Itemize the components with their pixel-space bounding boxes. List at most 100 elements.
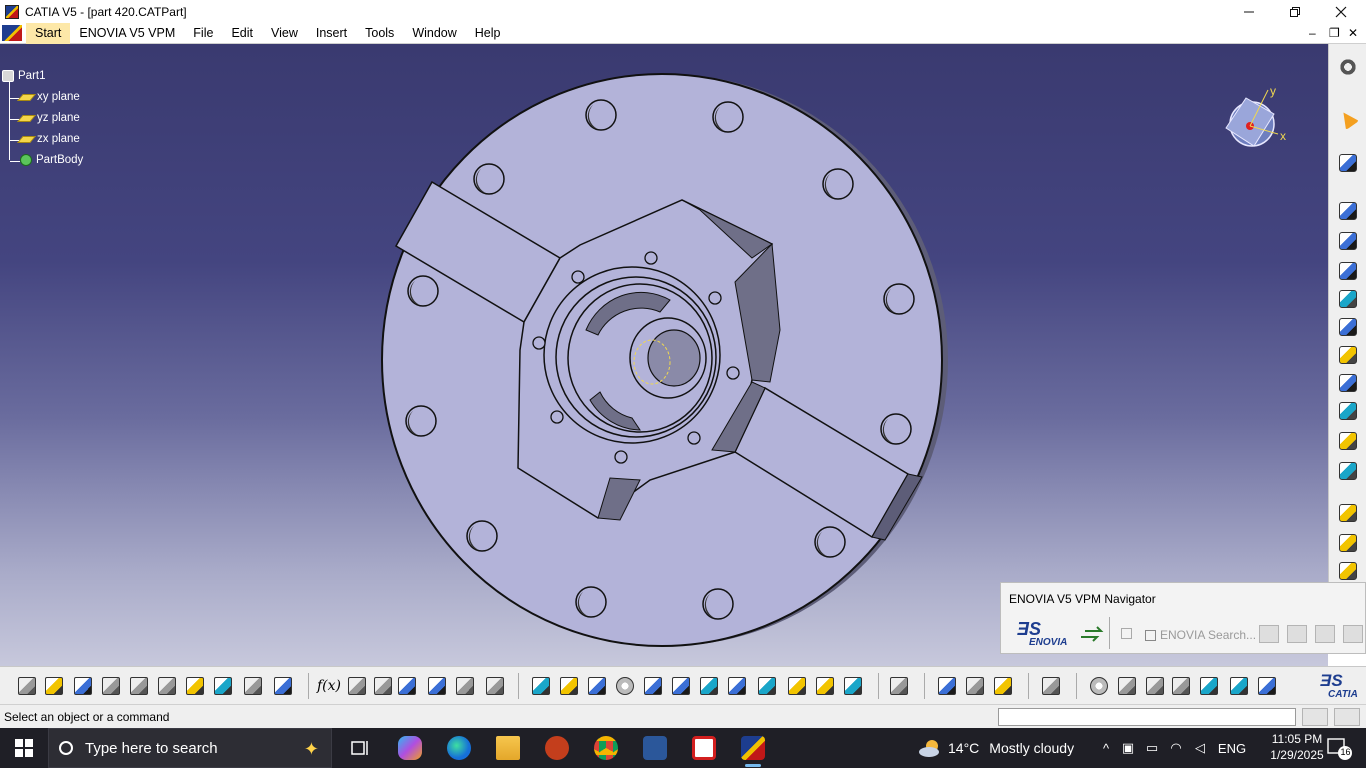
options-button[interactable] — [1337, 56, 1359, 78]
save-button[interactable] — [72, 675, 94, 697]
measure-item-button[interactable] — [964, 675, 986, 697]
menu-start[interactable]: Start — [26, 22, 71, 44]
enovia-open-icon[interactable] — [1121, 628, 1132, 639]
update-button[interactable] — [1088, 675, 1110, 697]
tree-node-xy-plane[interactable]: xy plane — [17, 91, 80, 103]
command-input[interactable] — [998, 708, 1296, 726]
mirror-button[interactable] — [1337, 460, 1359, 482]
design-table-button[interactable] — [396, 675, 418, 697]
lock-button[interactable] — [454, 675, 476, 697]
3d-viewport[interactable]: Part1 xy plane yz plane zx plane PartBod… — [0, 44, 1328, 666]
volume-icon[interactable]: ◁ — [1188, 740, 1212, 756]
sketcher-button[interactable] — [1337, 152, 1359, 174]
cut-button[interactable] — [128, 675, 150, 697]
tree-node-part1[interactable]: Part1 — [2, 70, 46, 82]
menu-view[interactable]: View — [262, 23, 307, 44]
tree-node-zx-plane[interactable]: zx plane — [17, 133, 80, 145]
comment-button[interactable] — [346, 675, 368, 697]
doc-minimize-icon[interactable]: – — [1309, 26, 1316, 40]
whats-this-button[interactable] — [272, 675, 294, 697]
compass[interactable]: y x — [1218, 84, 1298, 154]
rib-button[interactable] — [1337, 316, 1359, 338]
axis-system-button[interactable] — [1144, 675, 1166, 697]
shading-button[interactable] — [786, 675, 808, 697]
meet-now-icon[interactable]: ▣ — [1116, 740, 1140, 756]
work-object-button[interactable] — [1198, 675, 1220, 697]
word-button[interactable] — [633, 732, 677, 764]
menu-window[interactable]: Window — [403, 23, 465, 44]
copilot-button[interactable] — [388, 732, 432, 764]
catalog-button[interactable] — [888, 675, 910, 697]
menu-file[interactable]: File — [184, 23, 222, 44]
pad-button[interactable] — [1337, 200, 1359, 222]
enovia-tool-1-icon[interactable] — [1259, 625, 1279, 643]
restore-button[interactable] — [1272, 0, 1318, 23]
rotate-button[interactable] — [614, 675, 636, 697]
edge-fillet-button[interactable] — [1337, 372, 1359, 394]
snap-button[interactable] — [1170, 675, 1192, 697]
language-indicator[interactable]: ENG — [1212, 741, 1252, 756]
tree-node-partbody[interactable]: PartBody — [20, 154, 83, 166]
clock[interactable]: 11:05 PM 1/29/2025 — [1264, 731, 1330, 763]
menu-edit[interactable]: Edit — [222, 23, 262, 44]
wifi-icon[interactable]: ◠ — [1164, 740, 1188, 756]
minimize-button[interactable] — [1226, 0, 1272, 23]
chrome-button[interactable] — [584, 732, 628, 764]
power-app-button[interactable] — [535, 732, 579, 764]
catia-taskbar-button[interactable] — [731, 732, 775, 767]
start-button[interactable] — [0, 728, 48, 768]
draft-button[interactable] — [1337, 430, 1359, 452]
list-button[interactable] — [1256, 675, 1278, 697]
capture-button[interactable] — [1040, 675, 1062, 697]
edge-button[interactable] — [437, 732, 481, 764]
menu-tools[interactable]: Tools — [356, 23, 403, 44]
constraint-button[interactable] — [1228, 675, 1250, 697]
chamfer-button[interactable] — [1337, 400, 1359, 422]
battery-icon[interactable]: ▭ — [1140, 740, 1164, 756]
taskbar-search[interactable]: Type here to search ✦ — [48, 728, 332, 768]
boolean-remove-button[interactable] — [1337, 532, 1359, 554]
notification-center-button[interactable]: 16 — [1324, 736, 1354, 760]
menu-insert[interactable]: Insert — [307, 23, 356, 44]
undo-button[interactable] — [212, 675, 234, 697]
normal-view-button[interactable] — [698, 675, 720, 697]
zoom-in-button[interactable] — [642, 675, 664, 697]
paste-button[interactable] — [184, 675, 206, 697]
fly-mode-button[interactable] — [530, 675, 552, 697]
file-explorer-button[interactable] — [486, 732, 530, 764]
task-view-button[interactable] — [338, 732, 382, 764]
doc-close-icon[interactable]: ✕ — [1348, 26, 1358, 40]
status-button-2[interactable] — [1334, 708, 1360, 726]
new-button[interactable] — [16, 675, 38, 697]
knowledge-button[interactable] — [426, 675, 448, 697]
print-button[interactable] — [100, 675, 122, 697]
swap-space-button[interactable] — [842, 675, 864, 697]
weather-widget[interactable]: 14°C Mostly cloudy — [918, 728, 1074, 768]
hide-show-button[interactable] — [814, 675, 836, 697]
redo-button[interactable] — [242, 675, 264, 697]
multi-view-button[interactable] — [726, 675, 748, 697]
catia-logo[interactable]: ƎS CATIA — [1316, 671, 1362, 701]
menu-help[interactable]: Help — [466, 23, 510, 44]
tree-node-yz-plane[interactable]: yz plane — [17, 112, 80, 124]
enovia-tool-3-icon[interactable] — [1315, 625, 1335, 643]
zoom-out-button[interactable] — [670, 675, 692, 697]
pocket-button[interactable] — [1337, 230, 1359, 252]
part-model[interactable] — [0, 44, 1328, 666]
enovia-tool-2-icon[interactable] — [1287, 625, 1307, 643]
enovia-tool-4-icon[interactable] — [1343, 625, 1363, 643]
measure-between-button[interactable] — [936, 675, 958, 697]
fit-all-button[interactable] — [558, 675, 580, 697]
boolean-add-button[interactable] — [1337, 502, 1359, 524]
catia-start-logo[interactable] — [2, 25, 22, 41]
enovia-search[interactable]: ENOVIA Search... — [1145, 628, 1256, 642]
enovia-navigate-icon[interactable] — [1079, 623, 1105, 643]
formula-button[interactable]: f(x) — [317, 675, 341, 697]
copy-button[interactable] — [156, 675, 178, 697]
pdf-reader-button[interactable] — [682, 732, 726, 764]
close-button[interactable] — [1318, 0, 1364, 23]
hole-button[interactable] — [1337, 288, 1359, 310]
measure-inertia-button[interactable] — [992, 675, 1014, 697]
enovia-search-checkbox[interactable] — [1145, 629, 1156, 641]
status-button-1[interactable] — [1302, 708, 1328, 726]
